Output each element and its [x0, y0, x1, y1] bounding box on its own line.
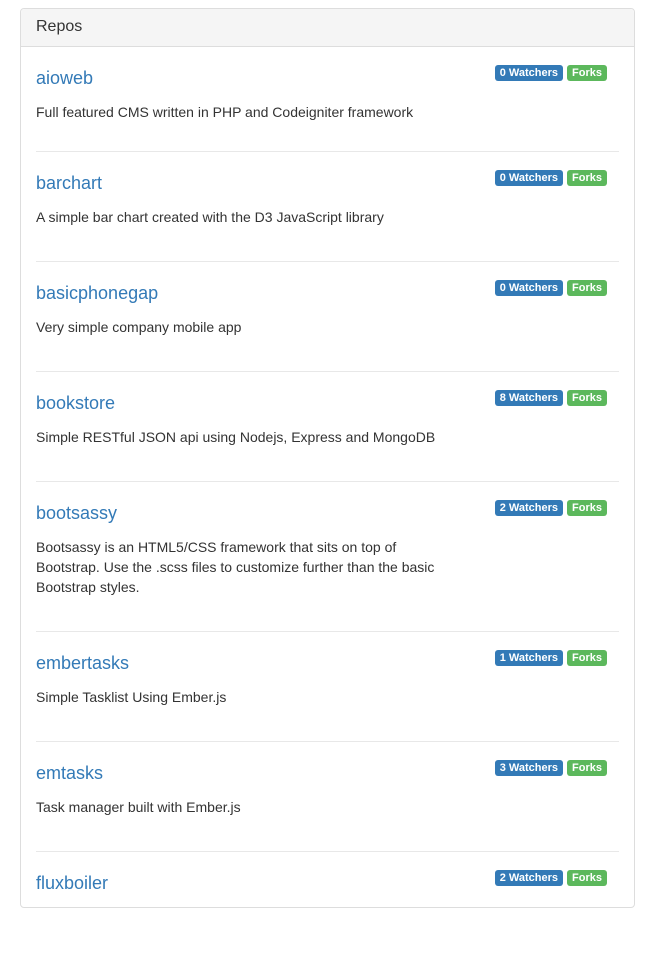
panel-title: Repos	[21, 9, 634, 47]
list-item: bootsassy 2 Watchers Forks Bootsassy is …	[36, 482, 619, 632]
list-item: aioweb 0 Watchers Forks Full featured CM…	[36, 47, 619, 152]
forks-badge[interactable]: Forks	[567, 65, 607, 81]
repo-description: Bootsassy is an HTML5/CSS framework that…	[36, 539, 435, 595]
list-item: embertasks 1 Watchers Forks Simple Taskl…	[36, 632, 619, 742]
forks-badge[interactable]: Forks	[567, 760, 607, 776]
repo-list: aioweb 0 Watchers Forks Full featured CM…	[21, 47, 634, 962]
repo-badges: 0 Watchers Forks	[494, 65, 607, 81]
repo-name-link[interactable]: fluxboiler	[36, 873, 108, 894]
repos-panel: Repos aioweb 0 Watchers Forks Full featu…	[20, 8, 635, 908]
repo-name-link[interactable]: bootsassy	[36, 503, 117, 524]
repo-name-link[interactable]: bookstore	[36, 393, 115, 414]
repo-description: Full featured CMS written in PHP and Cod…	[36, 104, 414, 120]
watchers-badge[interactable]: 0 Watchers	[494, 170, 564, 186]
repo-description: Very simple company mobile app	[36, 319, 242, 335]
watchers-badge[interactable]: 2 Watchers	[494, 870, 564, 886]
list-item: barchart 0 Watchers Forks A simple bar c…	[36, 152, 619, 262]
repo-name-link[interactable]: aioweb	[36, 68, 93, 89]
forks-badge[interactable]: Forks	[567, 280, 607, 296]
repo-description: Simple Tasklist Using Ember.js	[36, 689, 227, 705]
repo-badges: 1 Watchers Forks	[494, 650, 607, 666]
watchers-badge[interactable]: 0 Watchers	[494, 65, 564, 81]
repo-name-link[interactable]: barchart	[36, 173, 102, 194]
list-item: emtasks 3 Watchers Forks Task manager bu…	[36, 742, 619, 852]
repo-name-link[interactable]: basicphonegap	[36, 283, 158, 304]
forks-badge[interactable]: Forks	[567, 870, 607, 886]
list-item: basicphonegap 0 Watchers Forks Very simp…	[36, 262, 619, 372]
repo-badges: 0 Watchers Forks	[494, 280, 607, 296]
forks-badge[interactable]: Forks	[567, 390, 607, 406]
forks-badge[interactable]: Forks	[567, 170, 607, 186]
repo-description: Task manager built with Ember.js	[36, 799, 241, 815]
repo-badges: 3 Watchers Forks	[494, 760, 607, 776]
repo-description: A simple bar chart created with the D3 J…	[36, 209, 384, 225]
repo-name-link[interactable]: emtasks	[36, 763, 103, 784]
repo-description: Simple RESTful JSON api using Nodejs, Ex…	[36, 429, 436, 445]
forks-badge[interactable]: Forks	[567, 650, 607, 666]
watchers-badge[interactable]: 8 Watchers	[494, 390, 564, 406]
repo-badges: 8 Watchers Forks	[494, 390, 607, 406]
watchers-badge[interactable]: 0 Watchers	[494, 280, 564, 296]
list-item: bookstore 8 Watchers Forks Simple RESTfu…	[36, 372, 619, 482]
repo-badges: 0 Watchers Forks	[494, 170, 607, 186]
repo-badges: 2 Watchers Forks	[494, 500, 607, 516]
list-item: fluxboiler 2 Watchers Forks	[36, 852, 619, 962]
repo-name-link[interactable]: embertasks	[36, 653, 129, 674]
repo-badges: 2 Watchers Forks	[494, 870, 607, 886]
forks-badge[interactable]: Forks	[567, 500, 607, 516]
watchers-badge[interactable]: 3 Watchers	[494, 760, 564, 776]
watchers-badge[interactable]: 2 Watchers	[494, 500, 564, 516]
watchers-badge[interactable]: 1 Watchers	[494, 650, 564, 666]
